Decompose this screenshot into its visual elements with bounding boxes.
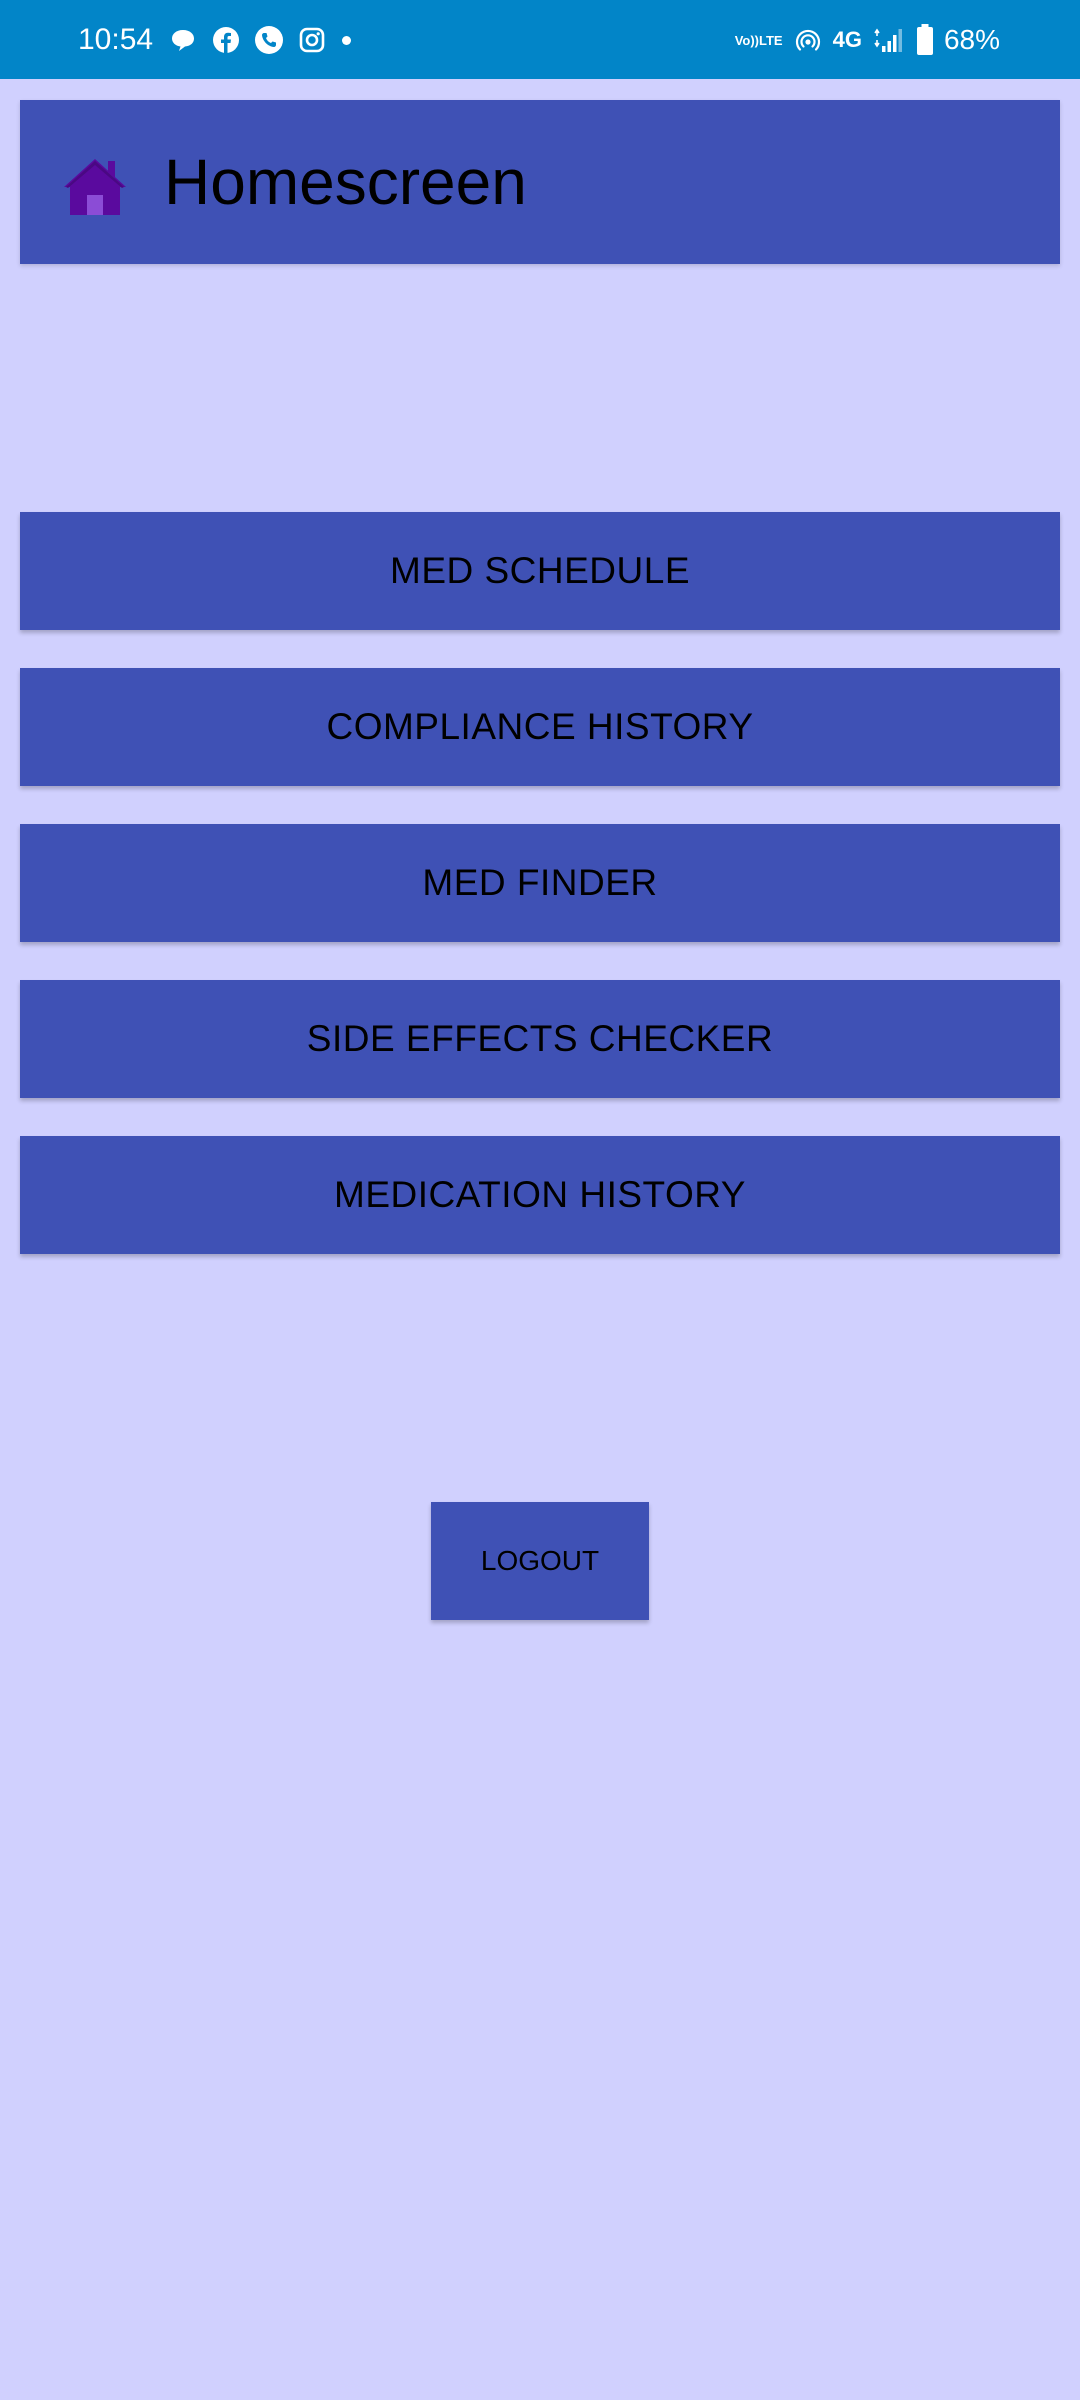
home-icon: [62, 157, 128, 217]
volte-top-label: Vo)): [734, 32, 759, 48]
page-title: Homescreen: [164, 146, 527, 218]
facebook-icon: [211, 25, 241, 55]
medication-history-label: MEDICATION HISTORY: [334, 1174, 746, 1215]
med-schedule-label: MED SCHEDULE: [390, 550, 690, 591]
volte-bottom-label: LTE: [759, 32, 783, 48]
med-schedule-button[interactable]: MED SCHEDULE: [20, 512, 1060, 630]
app-header: Homescreen: [20, 100, 1060, 264]
med-finder-button[interactable]: MED FINDER: [20, 824, 1060, 942]
logout-label: LOGOUT: [480, 1545, 600, 1576]
med-finder-label: MED FINDER: [422, 862, 658, 903]
status-bar: 10:54 Vo)) LTE 4G 68%: [0, 0, 1080, 79]
network-type: 4G: [832, 27, 862, 52]
side-effects-checker-label: SIDE EFFECTS CHECKER: [306, 1018, 774, 1059]
instagram-icon: [297, 25, 327, 55]
volte-icon: Vo)) LTE: [735, 34, 783, 47]
logout-button[interactable]: LOGOUT: [431, 1502, 649, 1620]
compliance-history-label: COMPLIANCE HISTORY: [326, 706, 754, 747]
compliance-history-button[interactable]: COMPLIANCE HISTORY: [20, 668, 1060, 786]
battery-percent: 68%: [943, 24, 1000, 55]
system-status: Vo)) LTE 4G 68%: [723, 20, 1000, 60]
notification-icons: [168, 22, 351, 58]
medication-history-button[interactable]: MEDICATION HISTORY: [20, 1136, 1060, 1254]
battery-icon: [916, 24, 934, 56]
chat-bubble-icon: [168, 25, 198, 55]
status-time: 10:54: [78, 23, 154, 56]
side-effects-checker-button[interactable]: SIDE EFFECTS CHECKER: [20, 980, 1060, 1098]
phone-call-icon: [254, 25, 284, 55]
hotspot-icon: [795, 27, 821, 53]
signal-icon: [874, 26, 904, 54]
more-dot-icon: [342, 35, 351, 45]
